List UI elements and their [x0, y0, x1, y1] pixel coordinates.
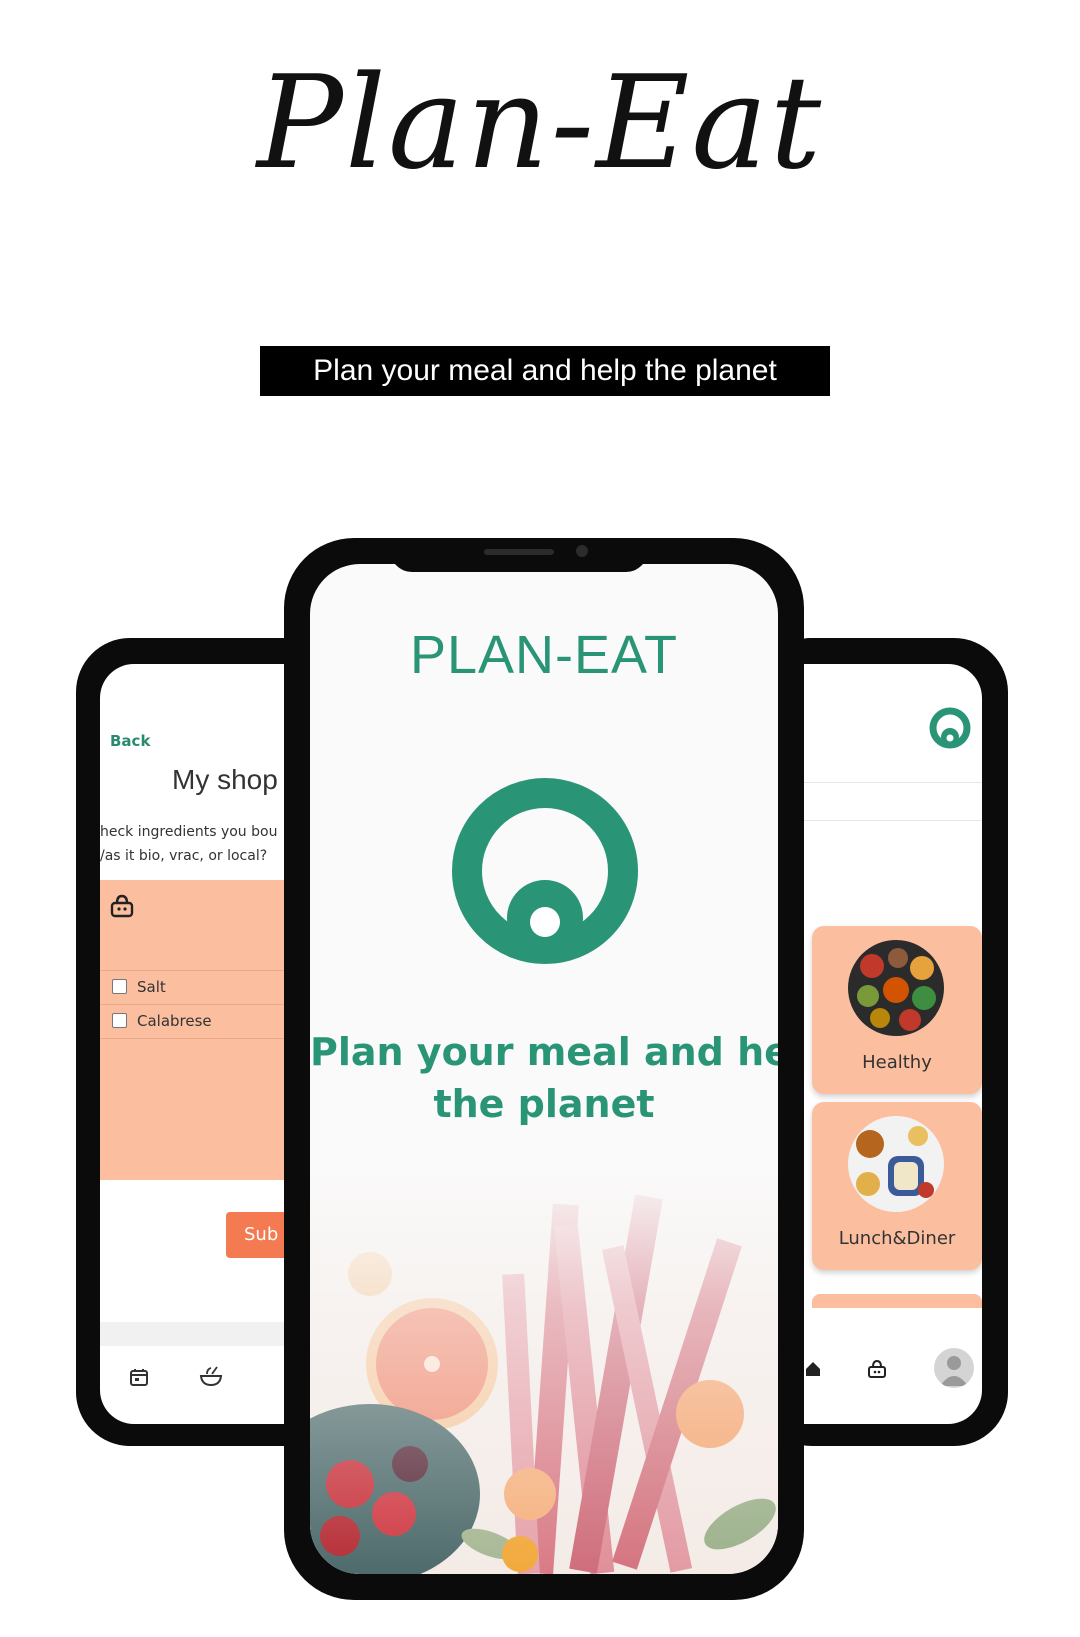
- avatar-icon[interactable]: [934, 1348, 974, 1388]
- fruits-photo: [310, 1164, 778, 1574]
- back-link[interactable]: Back: [110, 732, 150, 750]
- tagline-line-2: the planet: [433, 1082, 655, 1126]
- instruction-line-1: heck ingredients you bou: [100, 824, 278, 840]
- category-card-healthy[interactable]: Healthy: [812, 926, 982, 1094]
- category-label: Healthy: [862, 1052, 932, 1073]
- shop-title: My shop: [172, 764, 278, 795]
- item-label: Calabrese: [137, 1012, 212, 1030]
- speaker-grille: [484, 549, 554, 555]
- basket-icon[interactable]: [866, 1358, 888, 1384]
- item-label: Salt: [137, 978, 166, 996]
- phone-center: PLAN-EAT Plan your meal and hel the plan…: [284, 538, 804, 1600]
- front-camera: [576, 545, 588, 557]
- checkbox[interactable]: [112, 1013, 127, 1028]
- category-card-lunch-diner[interactable]: Lunch&Diner: [812, 1102, 982, 1270]
- category-label: Lunch&Diner: [838, 1228, 956, 1249]
- calendar-icon[interactable]: [128, 1366, 150, 1392]
- bowl-icon[interactable]: [198, 1364, 224, 1392]
- home-icon[interactable]: [804, 1360, 822, 1382]
- brand-title: PLAN-EAT: [409, 625, 679, 685]
- welcome-tagline: Plan your meal and hel the planet: [310, 1026, 778, 1130]
- basket-icon: [108, 892, 136, 924]
- app-script-title: Plan-Eat: [256, 49, 824, 198]
- lunch-photo: [848, 1116, 944, 1212]
- center-notch: [390, 538, 648, 572]
- instruction-line-2: /as it bio, vrac, or local?: [100, 848, 268, 864]
- healthy-photo: [848, 940, 944, 1036]
- welcome-screen: PLAN-EAT Plan your meal and hel the plan…: [310, 564, 778, 1574]
- checkbox[interactable]: [112, 979, 127, 994]
- tagline-banner: Plan your meal and help the planet: [260, 346, 830, 396]
- list-item[interactable]: Salt: [112, 978, 166, 996]
- tagline-line-1: Plan your meal and hel: [310, 1030, 778, 1074]
- logo-icon: [926, 704, 974, 756]
- logo-icon: [450, 776, 640, 970]
- list-item[interactable]: Calabrese: [112, 1012, 212, 1030]
- category-card-partial: [812, 1294, 982, 1308]
